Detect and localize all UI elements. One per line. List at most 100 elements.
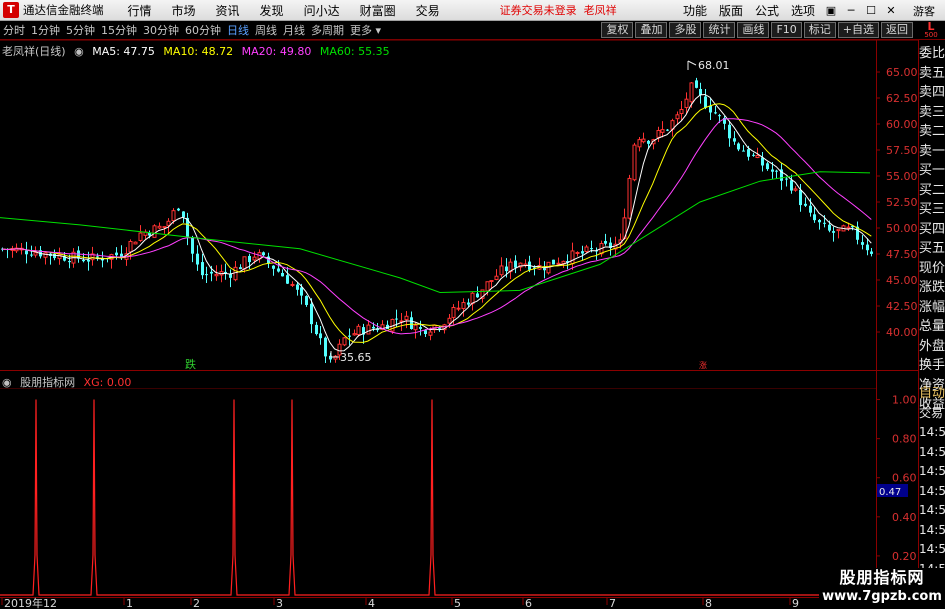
maximize-icon[interactable]: ☐ [861,4,881,17]
auto-trade-label[interactable]: 自动 [919,384,945,404]
menu-jiaoyi[interactable]: 交易 [406,2,450,19]
low-price-label: 35.65 [340,351,372,364]
candle-up [171,210,176,222]
back-button[interactable]: 返回 [881,22,913,38]
candle-down [747,149,750,157]
candle-up [556,262,561,265]
candle-down [96,256,99,258]
period-more-dropdown[interactable]: 更多 ▾ [347,22,384,38]
candle-down [647,140,650,144]
mark-button[interactable]: 标记 [803,22,836,38]
f10-button[interactable]: F10 [771,22,802,38]
candle-down [201,262,204,276]
period-weekly[interactable]: 周线 [252,22,280,38]
menu-wenxiaoda[interactable]: 问小达 [294,2,350,19]
skin-icon[interactable]: ▣ [821,4,841,17]
period-fenshi[interactable]: 分时 [0,22,28,38]
trade-time: 14:56 [919,464,945,478]
candle-down [286,275,289,284]
guest-user[interactable]: 游客 [913,3,945,19]
chart-area[interactable]: 65.00 62.50 60.00 57.50 55.00 52.50 50.00 47.50… [0,39,919,609]
quote-field: 卖二 [919,124,945,139]
period-30min[interactable]: 30分钟 [140,22,182,38]
candle-up [793,188,798,191]
candle-down [324,337,327,357]
candle-down [804,203,807,206]
candle-up [428,331,433,336]
period-15min[interactable]: 15分钟 [98,22,140,38]
candle-down [224,271,227,274]
menu-shichang[interactable]: 市场 [162,2,206,19]
minimize-icon[interactable]: ─ [841,4,861,17]
candle-down [709,106,712,113]
multi-stock-button[interactable]: 多股 [669,22,702,38]
menu-faxian[interactable]: 发现 [250,2,294,19]
quote-field: 买四 [919,221,945,237]
candle-up [575,252,580,255]
period-daily[interactable]: 日线 [224,22,252,38]
period-5min[interactable]: 5分钟 [63,22,98,38]
candle-down [82,260,85,262]
period-multi[interactable]: 多周期 [308,22,347,38]
statistics-button[interactable]: 统计 [703,22,736,38]
quote-field: 委比 [919,46,945,61]
kline-chart[interactable]: 65.00 62.50 60.00 57.50 55.00 52.50 50.00 47.50… [0,39,919,609]
candle-down [476,293,479,298]
menu-banmian[interactable]: 版面 [713,2,749,19]
candle-up [584,246,589,253]
candle-down [861,242,864,245]
time-tick-label: 2019年12 [4,596,57,609]
candle-down [68,261,71,263]
price-tick-label: 45.00 [886,274,918,287]
ma5-label: MA5: 47.75 [92,45,155,58]
period-60min[interactable]: 60分钟 [182,22,224,38]
price-tick-label: 50.00 [886,222,918,235]
quote-field: 现价 [919,260,945,276]
quote-field: 涨跌 [919,280,945,295]
menu-caifuquan[interactable]: 财富圈 [350,2,406,19]
indicator-spikes [0,399,876,596]
candle-up [138,232,143,241]
candle-down [115,252,118,256]
sub-settings-icon[interactable]: ◉ [2,376,12,389]
close-icon[interactable]: ✕ [881,4,901,17]
menu-gongshi[interactable]: 公式 [749,2,785,19]
menu-zixun[interactable]: 资讯 [206,2,250,19]
candle-down [775,170,778,172]
quote-field: 卖五 [919,65,945,81]
candle-up [162,226,167,229]
menu-xuanxiang[interactable]: 选项 [785,2,821,19]
settings-icon[interactable]: ◉ [74,45,84,58]
quote-field: 买一 [919,163,945,178]
candle-up [290,283,295,286]
candle-up [356,325,361,335]
candle-down [277,268,280,272]
restore-rights-button[interactable]: 复权 [601,22,634,38]
add-watchlist-button[interactable]: +自选 [837,22,879,38]
candle-up [404,315,409,321]
candle-up [675,114,680,120]
candle-down [505,266,508,272]
period-monthly[interactable]: 月线 [280,22,308,38]
candle-down [761,157,764,166]
menu-hangqing[interactable]: 行情 [118,2,162,19]
draw-line-button[interactable]: 画线 [737,22,770,38]
trade-time: 14:56 [919,542,945,556]
candle-up [570,250,575,265]
overlay-button[interactable]: 叠加 [635,22,668,38]
menu-gongneng[interactable]: 功能 [677,2,713,19]
candle-up [352,333,357,336]
quote-field: 卖四 [919,85,945,100]
price-tick-label: 40.00 [886,326,918,339]
candle-down [832,231,835,233]
level-badge[interactable]: L 500 [917,21,945,40]
candle-down [590,248,593,250]
candle-up [499,265,504,276]
indicator-tick-label: 0.80 [892,433,917,446]
candle-up [470,292,475,305]
indicator-tick-label: 0.60 [892,472,917,485]
period-1min[interactable]: 1分钟 [28,22,63,38]
price-axis: 65.00 62.50 60.00 57.50 55.00 52.50 50.00 47.50… [876,66,918,339]
candle-down [281,272,284,277]
auto-trade-label[interactable]: 交易 [919,404,945,424]
